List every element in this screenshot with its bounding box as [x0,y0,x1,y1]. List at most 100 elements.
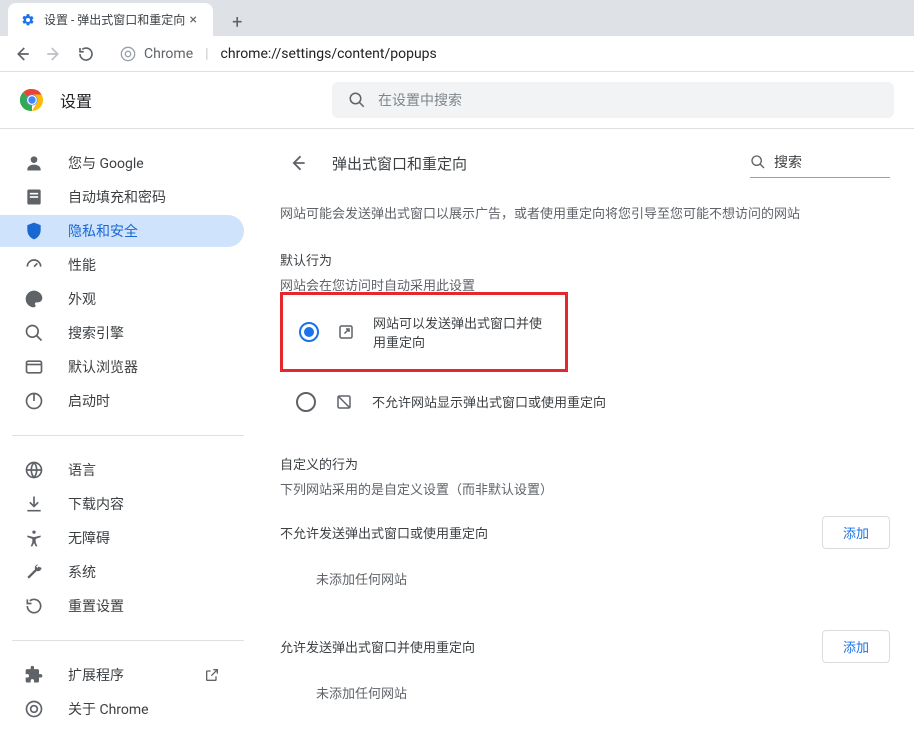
person-icon [24,153,44,173]
sidebar-item-extensions[interactable]: 扩展程序 [0,659,244,691]
panel-header: 弹出式窗口和重定向 搜索 [280,145,890,181]
custom-behavior-heading: 自定义的行为 [280,454,890,473]
browser-icon [24,357,44,377]
sidebar-divider [12,435,244,436]
search-icon [348,91,366,109]
chrome-icon [120,46,136,62]
sidebar-item-search-engine[interactable]: 搜索引擎 [0,317,244,349]
forward-button[interactable] [40,40,68,68]
sidebar-item-accessibility[interactable]: 无障碍 [0,522,244,554]
sidebar-item-label: 语言 [68,460,96,480]
radio-block-popups[interactable]: 不允许网站显示弹出式窗口或使用重定向 [280,382,890,422]
page-title: 设置 [60,88,92,112]
allow-section-title: 允许发送弹出式窗口并使用重定向 [280,637,475,656]
speedometer-icon [24,255,44,275]
sidebar-item-label: 搜索引擎 [68,323,124,343]
sidebar: 您与 Google 自动填充和密码 隐私和安全 性能 外观 搜索引擎 [0,129,256,751]
omnibox-separator: | [205,46,208,62]
block-empty-text: 未添加任何网站 [280,555,890,602]
close-icon[interactable]: × [185,12,201,28]
content: 您与 Google 自动填充和密码 隐私和安全 性能 外观 搜索引擎 [0,129,914,751]
sidebar-item-on-startup[interactable]: 启动时 [0,385,244,417]
shield-icon [24,221,44,241]
custom-behavior-sub: 下列网站采用的是自定义设置（而非默认设置） [280,479,890,498]
sidebar-item-languages[interactable]: 语言 [0,454,244,486]
radio-allow-label: 网站可以发送弹出式窗口并使用重定向 [373,313,549,351]
autofill-icon [24,187,44,207]
panel-search-input[interactable]: 搜索 [750,148,890,178]
sidebar-item-label: 默认浏览器 [68,357,138,377]
allow-empty-text: 未添加任何网站 [280,669,890,716]
default-behavior-sub: 网站会在您访问时自动采用此设置 [280,275,890,294]
sidebar-item-label: 系统 [68,562,96,582]
radio-allow-popups[interactable]: 网站可以发送弹出式窗口并使用重定向 [283,295,565,369]
highlighted-option: 网站可以发送弹出式窗口并使用重定向 [280,292,568,372]
new-tab-button[interactable]: + [223,8,251,36]
back-button[interactable] [8,40,36,68]
browser-tab[interactable]: 设置 - 弹出式窗口和重定向 × [8,3,213,36]
sidebar-item-reset[interactable]: 重置设置 [0,590,244,622]
panel-back-button[interactable] [280,145,316,181]
download-icon [24,494,44,514]
sidebar-item-performance[interactable]: 性能 [0,249,244,281]
accessibility-icon [24,528,44,548]
sidebar-item-system[interactable]: 系统 [0,556,244,588]
panel-search-label: 搜索 [774,152,802,172]
sidebar-item-label: 启动时 [68,391,110,411]
puzzle-icon [24,665,44,685]
gear-icon [20,12,36,28]
reload-button[interactable] [72,40,100,68]
radio-checked-icon [299,322,319,342]
chrome-icon [24,699,44,719]
radio-unchecked-icon [296,392,316,412]
tab-bar: 设置 - 弹出式窗口和重定向 × + [0,0,914,36]
sidebar-item-default-browser[interactable]: 默认浏览器 [0,351,244,383]
sidebar-item-label: 下载内容 [68,494,124,514]
sidebar-item-label: 扩展程序 [68,665,124,685]
sidebar-item-label: 自动填充和密码 [68,187,166,207]
omnibox-prefix: Chrome [144,46,193,62]
header-search-placeholder: 在设置中搜索 [378,90,462,110]
add-block-button[interactable]: 添加 [822,516,890,549]
radio-block-label: 不允许网站显示弹出式窗口或使用重定向 [372,392,606,411]
panel-description: 网站可能会发送弹出式窗口以展示广告，或者使用重定向将您引导至您可能不想访问的网站 [280,205,890,226]
reset-icon [24,596,44,616]
sidebar-item-you-and-google[interactable]: 您与 Google [0,147,244,179]
sidebar-item-label: 外观 [68,289,96,309]
external-link-icon [204,667,220,683]
globe-icon [24,460,44,480]
sidebar-item-label: 隐私和安全 [68,221,138,241]
tab-title: 设置 - 弹出式窗口和重定向 [44,11,185,28]
settings-header: 设置 在设置中搜索 [0,72,914,129]
sidebar-item-label: 您与 Google [68,153,144,173]
add-allow-button[interactable]: 添加 [822,630,890,663]
sidebar-item-autofill[interactable]: 自动填充和密码 [0,181,244,213]
palette-icon [24,289,44,309]
sidebar-item-downloads[interactable]: 下载内容 [0,488,244,520]
sidebar-item-appearance[interactable]: 外观 [0,283,244,315]
omnibox-url: chrome://settings/content/popups [221,46,437,62]
default-behavior-heading: 默认行为 [280,250,890,269]
search-icon [750,154,766,170]
main-panel: 弹出式窗口和重定向 搜索 网站可能会发送弹出式窗口以展示广告，或者使用重定向将您… [256,129,914,751]
allow-section-row: 允许发送弹出式窗口并使用重定向 添加 [280,630,890,663]
block-section-title: 不允许发送弹出式窗口或使用重定向 [280,523,488,542]
address-bar[interactable]: Chrome | chrome://settings/content/popup… [110,40,906,68]
power-icon [24,391,44,411]
toolbar: Chrome | chrome://settings/content/popup… [0,36,914,72]
search-icon [24,323,44,343]
panel-title: 弹出式窗口和重定向 [332,153,734,174]
sidebar-item-about-chrome[interactable]: 关于 Chrome [0,693,244,725]
sidebar-item-privacy-security[interactable]: 隐私和安全 [0,215,244,247]
sidebar-item-label: 重置设置 [68,596,124,616]
header-search-input[interactable]: 在设置中搜索 [332,82,894,118]
sidebar-divider [12,640,244,641]
block-section-row: 不允许发送弹出式窗口或使用重定向 添加 [280,516,890,549]
sidebar-item-label: 性能 [68,255,96,275]
chrome-logo-icon [20,88,44,112]
wrench-icon [24,562,44,582]
popup-open-icon [337,322,355,342]
sidebar-item-label: 关于 Chrome [68,699,149,719]
sidebar-item-label: 无障碍 [68,528,110,548]
popup-block-icon [334,392,354,412]
